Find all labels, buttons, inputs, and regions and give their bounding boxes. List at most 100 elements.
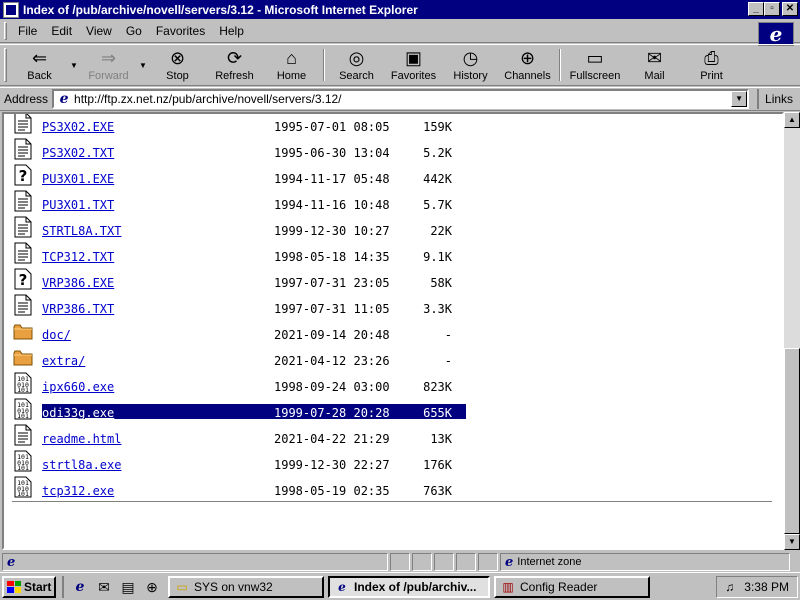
text-file-icon[interactable] [13,138,33,160]
search-button[interactable]: ◎ Search [328,45,385,85]
file-link[interactable]: readme.html [42,432,121,446]
file-date: 2021-09-14 20:48 [274,328,390,342]
svg-text:?: ? [19,167,28,185]
folder-icon[interactable] [13,346,33,368]
internet-zone-icon: e [505,554,514,570]
channels-quicklaunch-icon[interactable]: ⊕ [142,578,162,596]
home-button[interactable]: ⌂ Home [263,45,320,85]
toolbar-separator [559,49,561,81]
title-bar[interactable]: Index of /pub/archive/novell/servers/3.1… [0,0,800,19]
history-label: History [453,70,488,82]
unknown-file-icon[interactable]: ? [13,268,33,290]
ie-icon: e [338,579,346,594]
folder-icon[interactable] [13,320,33,342]
menu-go[interactable]: Go [119,22,149,40]
list-item: 101 010 101 odi33g.exe 1999-07-28 20:28 655K [12,398,472,424]
minimize-button[interactable]: _ [748,2,764,16]
text-file-icon[interactable] [13,294,33,316]
menu-help[interactable]: Help [212,22,251,40]
right-arrow-icon: ⇒ [100,47,117,68]
search-label: Search [339,70,374,82]
menu-view[interactable]: View [79,22,119,40]
file-link[interactable]: PS3X02.TXT [42,146,114,160]
address-dropdown-icon[interactable]: ▼ [731,91,748,107]
list-item: readme.html 2021-04-22 21:29 13K [12,424,472,450]
maximize-button[interactable]: ▫ [764,2,780,16]
file-link[interactable]: PU3X01.TXT [42,198,114,212]
print-button[interactable]: ⎙ Print [683,45,740,85]
file-link[interactable]: odi33g.exe [42,406,114,420]
mail-button[interactable]: ✉ Mail [626,45,683,85]
text-file-icon[interactable] [13,216,33,238]
fullscreen-button[interactable]: ▭ Fullscreen [564,45,626,85]
stop-button[interactable]: ⊗ Stop [149,45,206,85]
menu-file[interactable]: File [11,22,44,40]
forward-button[interactable]: ⇒ Forward [80,45,137,85]
channels-button[interactable]: ⊕ Channels [499,45,556,85]
refresh-button[interactable]: ⟳ Refresh [206,45,263,85]
menu-edit[interactable]: Edit [44,22,79,40]
status-text-box: e [2,553,388,571]
scroll-thumb[interactable] [784,348,800,534]
desktop-quicklaunch-icon[interactable]: ▤ [118,578,138,596]
file-link[interactable]: TCP312.TXT [42,250,114,264]
binary-file-icon[interactable]: 101 010 101 [13,476,33,498]
links-button[interactable]: Links [757,89,793,109]
file-link[interactable]: VRP386.TXT [42,302,114,316]
file-date: 1998-05-19 02:35 [274,484,390,498]
scroll-down-icon[interactable]: ▼ [784,534,800,550]
file-size: 176K [423,458,452,472]
address-url[interactable]: http://ftp.zx.net.nz/pub/archive/novell/… [74,92,341,106]
fullscreen-icon: ▭ [586,47,604,68]
outlook-quicklaunch-icon[interactable]: ✉ [94,578,114,596]
file-size: 442K [423,172,452,186]
favorites-button[interactable]: ▣ Favorites [385,45,442,85]
address-field[interactable]: e http://ftp.zx.net.nz/pub/archive/novel… [52,89,750,109]
task-ie-window[interactable]: e Index of /pub/archiv... [328,575,490,598]
file-link[interactable]: strtl8a.exe [42,458,121,472]
list-item: STRTL8A.TXT 1999-12-30 10:27 22K [12,216,472,242]
text-file-icon[interactable] [13,424,33,446]
text-file-icon[interactable] [13,242,33,264]
forward-dropdown-icon[interactable]: ▼ [137,45,149,85]
back-button[interactable]: ⇐ Back [11,45,68,85]
close-button[interactable]: ✕ [782,2,798,16]
home-label: Home [276,70,307,82]
binary-file-icon[interactable]: 101 010 101 [13,450,33,472]
binary-file-icon[interactable]: 101 010 101 [13,398,33,420]
file-link[interactable]: PS3X02.EXE [42,120,114,134]
file-link[interactable]: ipx660.exe [42,380,114,394]
list-item: 101 010 101 tcp312.exe 1998-05-19 02:35 763K [12,476,472,502]
binary-file-icon[interactable]: 101 010 101 [13,372,33,394]
file-link[interactable]: PU3X01.EXE [42,172,114,186]
history-button[interactable]: ◷ History [442,45,499,85]
home-icon: ⌂ [286,47,297,68]
file-size: 3.3K [423,302,452,316]
file-link[interactable]: STRTL8A.TXT [42,224,121,238]
task-sys-on-vnw32[interactable]: ▭ SYS on vnw32 [168,575,324,598]
start-button[interactable]: Start [2,575,56,598]
channels-satellite-icon: ⊕ [519,47,536,68]
ie-quicklaunch-icon[interactable]: e [70,578,90,596]
vertical-scrollbar[interactable]: ▲ ▼ [784,112,800,550]
back-dropdown-icon[interactable]: ▼ [68,45,80,85]
file-link[interactable]: doc/ [42,328,71,342]
toolbar-grip[interactable] [4,48,7,82]
unknown-file-icon[interactable]: ? [13,164,33,186]
file-link[interactable]: VRP386.EXE [42,276,114,290]
file-date: 1994-11-16 10:48 [274,198,390,212]
list-item: ? VRP386.EXE 1997-07-31 23:05 58K [12,268,472,294]
scroll-up-icon[interactable]: ▲ [784,112,800,128]
file-link[interactable]: tcp312.exe [42,484,114,498]
menu-grip[interactable] [4,22,7,40]
menu-favorites[interactable]: Favorites [149,22,212,40]
clock[interactable]: 3:38 PM [744,580,789,594]
text-file-icon[interactable] [13,190,33,212]
file-date: 1999-07-28 20:28 [274,406,390,420]
zone-box: e Internet zone [500,553,790,571]
text-file-icon[interactable] [13,114,33,134]
file-date: 1999-12-30 22:27 [274,458,390,472]
task-config-reader[interactable]: ▥ Config Reader [494,575,650,598]
volume-icon[interactable]: ♫ [725,580,734,594]
file-link[interactable]: extra/ [42,354,85,368]
